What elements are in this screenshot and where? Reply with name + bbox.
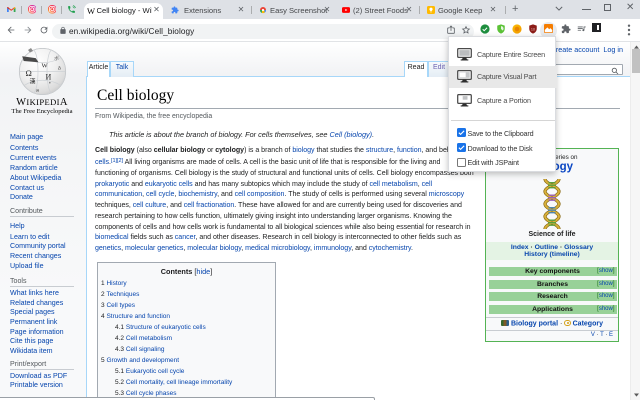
svg-text:Ω: Ω xyxy=(26,68,32,78)
svg-text:10: 10 xyxy=(531,27,535,31)
svg-text:ð: ð xyxy=(58,65,61,72)
svg-text:ค: ค xyxy=(36,89,39,94)
svg-text:ボ: ボ xyxy=(54,55,59,62)
svg-text:漢: 漢 xyxy=(30,78,36,86)
svg-text:W: W xyxy=(42,63,49,70)
svg-text:י: י xyxy=(49,81,51,88)
